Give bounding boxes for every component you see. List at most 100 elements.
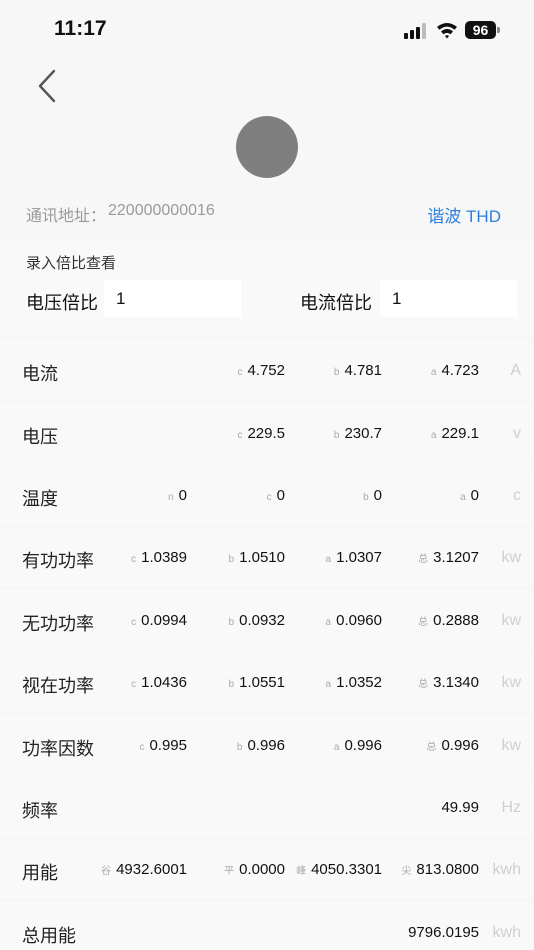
value-text: 9796.0195: [408, 924, 479, 941]
value-cell: n0: [168, 487, 187, 504]
value-text: 229.1: [441, 425, 479, 442]
phase-tag: a: [333, 742, 340, 753]
phase-tag: b: [228, 554, 235, 565]
value-cell: 峰 4050.3301: [296, 861, 382, 878]
value-cell: 总 0.996: [426, 737, 479, 754]
value-text: 0.0000: [239, 861, 285, 878]
value-text: 0: [276, 487, 285, 504]
value-text: 1.0551: [239, 674, 285, 691]
row-label: 用能: [22, 863, 58, 883]
value-cell: b 1.0510: [229, 549, 285, 566]
value-text: 0.0960: [336, 612, 382, 629]
phase-tag: 总: [418, 679, 429, 690]
value-text: 0.0994: [141, 612, 187, 629]
ratio-card: 录入倍比查看 电压倍比 电流倍比: [0, 240, 534, 335]
table-row: 总用能 9796.0195 kwh: [0, 903, 534, 950]
value-cell: c 4.752: [237, 362, 285, 379]
current-ratio-label: 电流倍比: [300, 293, 372, 313]
value-text: 0.0932: [239, 612, 285, 629]
value-cell: a 0.996: [334, 737, 382, 754]
value-text: 0.996: [344, 737, 382, 754]
value-text: 0.996: [441, 737, 479, 754]
phase-tag: c: [237, 367, 243, 378]
unit-label: kw: [501, 549, 521, 566]
phase-tag: a: [430, 430, 437, 441]
back-button[interactable]: [30, 66, 64, 106]
value-text: 4932.6001: [116, 861, 187, 878]
phase-tag: 总: [418, 554, 429, 565]
value-text: 1.0389: [141, 549, 187, 566]
value-text: 0.995: [149, 737, 187, 754]
value-cell: a 229.1: [431, 425, 479, 442]
value-cell: 谷 4932.6001: [101, 861, 187, 878]
row-label: 频率: [22, 801, 58, 821]
address-label: 通讯地址：: [26, 208, 107, 225]
value-cell: a 1.0352: [326, 674, 382, 691]
value-cell: a 0.0960: [326, 612, 382, 629]
phase-tag: b: [363, 492, 369, 503]
unit-label: kw: [501, 612, 521, 629]
value-cell: 总 3.1340: [418, 674, 479, 691]
phase-tag: 总: [418, 617, 429, 628]
value-text: 1.0510: [239, 549, 285, 566]
value-text: 1.0352: [336, 674, 382, 691]
phase-tag: c: [139, 742, 145, 753]
phase-tag: 尖: [401, 866, 412, 877]
value-cell: b 230.7: [334, 425, 382, 442]
table-row: 用能 谷 4932.6001 平 0.0000 峰 4050.3301 尖 813.0800 kw…: [0, 840, 534, 898]
phase-tag: b: [333, 367, 340, 378]
value-cell: a 4.723: [431, 362, 479, 379]
value-cell: c 0.0994: [131, 612, 187, 629]
value-cell: b 4.781: [334, 362, 382, 379]
value-cell: c 1.0436: [131, 674, 187, 691]
unit-label: kw: [501, 737, 521, 754]
value-cell: c0: [267, 487, 285, 504]
phase-tag: 总: [426, 742, 437, 753]
value-cell: 总 0.2888: [418, 612, 479, 629]
phase-tag: b: [228, 679, 235, 690]
unit-label: kw: [501, 674, 521, 691]
unit-label: kwh: [492, 924, 521, 941]
thd-link[interactable]: 谐波 THD: [427, 202, 501, 227]
table-row: 电压 c 229.5 b 230.7 a 229.1 v: [0, 404, 534, 462]
value-text: 3.1207: [433, 549, 479, 566]
voltage-ratio-label: 电压倍比: [26, 293, 98, 313]
phase-tag: c: [131, 554, 137, 565]
value-cell: b 0.996: [237, 737, 285, 754]
row-label: 视在功率: [22, 676, 94, 696]
value-text: 49.99: [441, 799, 479, 816]
voltage-ratio-input[interactable]: [104, 280, 241, 317]
value-cell: b 1.0551: [229, 674, 285, 691]
wifi-icon: [437, 23, 457, 39]
value-text: 4.781: [344, 362, 382, 379]
value-text: 0: [178, 487, 187, 504]
value-text: 4050.3301: [311, 861, 382, 878]
value-cell: 平 0.0000: [224, 861, 285, 878]
address-row: 通讯地址： 220000000016 谐波 THD: [26, 202, 506, 226]
phase-tag: b: [333, 430, 340, 441]
value-text: 3.1340: [433, 674, 479, 691]
phase-tag: a: [460, 492, 466, 503]
phase-tag: a: [325, 554, 332, 565]
phase-tag: a: [325, 679, 332, 690]
value-cell: 尖 813.0800: [401, 861, 479, 878]
phase-tag: 峰: [296, 866, 307, 877]
row-label: 无功功率: [22, 614, 94, 634]
current-ratio-input[interactable]: [380, 280, 517, 317]
value-cell: 总 3.1207: [418, 549, 479, 566]
value-text: 0: [470, 487, 479, 504]
value-cell: c 0.995: [139, 737, 187, 754]
table-row: 温度 n 0 c 0 b 0 a 0 c: [0, 466, 534, 524]
phase-tag: c: [266, 492, 272, 503]
address-value: 220000000016: [108, 202, 215, 219]
value-cell: 9796.0195: [408, 924, 479, 941]
unit-label: c: [513, 487, 521, 504]
row-label: 有功功率: [22, 551, 94, 571]
value-cell: a0: [460, 487, 479, 504]
phase-tag: n: [168, 492, 174, 503]
table-row: 频率 49.99 Hz: [0, 778, 534, 836]
battery-level: 96: [465, 21, 496, 39]
value-text: 0.2888: [433, 612, 479, 629]
phase-tag: a: [430, 367, 437, 378]
value-text: 230.7: [344, 425, 382, 442]
